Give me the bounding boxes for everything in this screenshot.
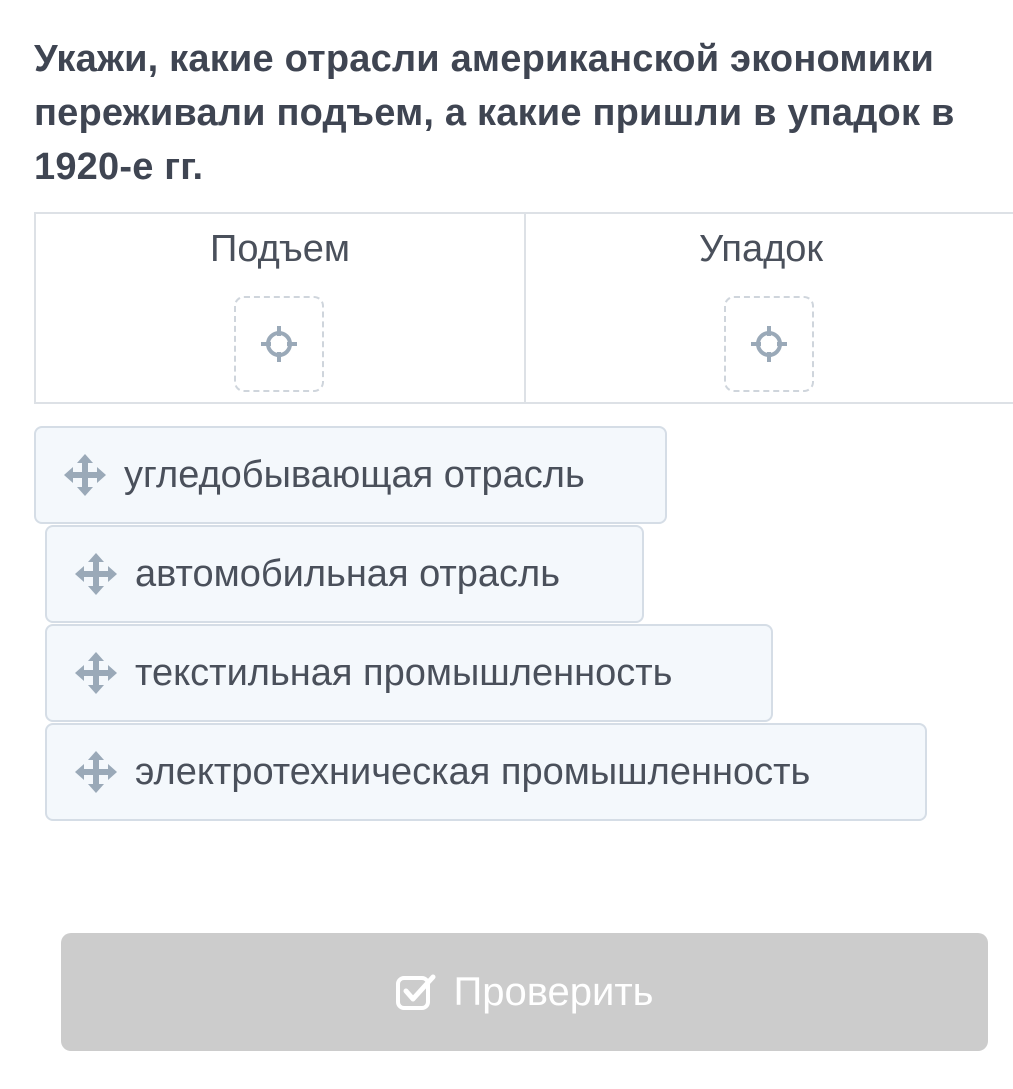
drag-item-textile[interactable]: текстильная промышленность (45, 624, 773, 722)
check-button[interactable]: Проверить (61, 933, 988, 1051)
column-title-upadok: Упадок (698, 228, 824, 270)
drop-zone-podyem[interactable] (234, 296, 324, 392)
crosshair-target-icon (751, 326, 787, 362)
column-title-podyem: Подъем (210, 228, 350, 270)
column-podyem: Подъем (36, 214, 526, 402)
question-title: Укажи, какие отрасли американской эконом… (34, 38, 955, 188)
move-arrows-icon (75, 751, 117, 793)
drag-item-label: угледобывающая отрасль (124, 453, 585, 496)
check-button-label: Проверить (453, 969, 654, 1014)
column-upadok: Упадок (526, 214, 1013, 402)
drag-item-auto[interactable]: автомобильная отрасль (45, 525, 644, 623)
drag-item-label: автомобильная отрасль (135, 552, 561, 595)
move-arrows-icon (75, 553, 117, 595)
checkbox-check-icon (396, 974, 436, 1010)
drop-columns: Подъем Упадок (34, 212, 1013, 404)
crosshair-target-icon (261, 326, 297, 362)
drag-item-electro[interactable]: электротехническая промышленность (45, 723, 927, 821)
drag-item-coal[interactable]: угледобывающая отрасль (34, 426, 667, 524)
drop-zone-upadok[interactable] (724, 296, 814, 392)
move-arrows-icon (64, 454, 106, 496)
move-arrows-icon (75, 652, 117, 694)
drag-item-label: текстильная промышленность (135, 651, 673, 694)
drag-item-label: электротехническая промышленность (135, 750, 811, 793)
